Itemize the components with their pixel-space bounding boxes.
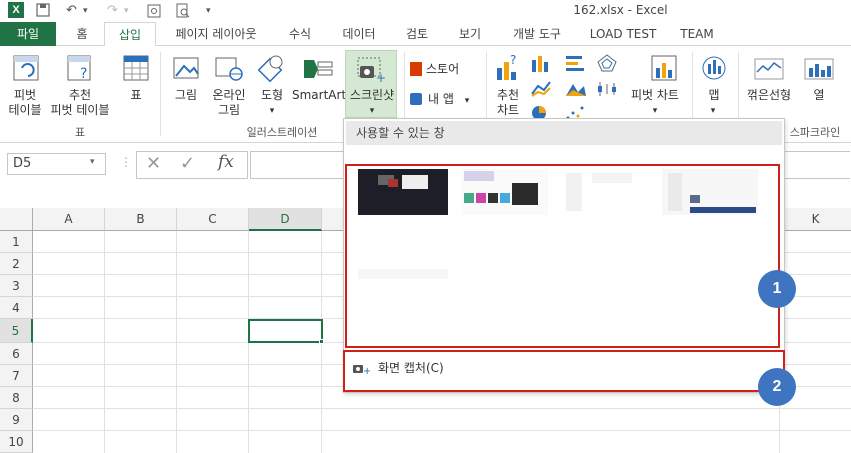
insert-function-icon[interactable]: fx [218, 152, 234, 172]
shapes-button[interactable]: 도형 [256, 88, 288, 103]
recommended-charts-icon: ? [494, 53, 522, 85]
active-cell-d5[interactable] [248, 319, 323, 343]
fill-handle[interactable] [319, 339, 324, 344]
select-all-corner[interactable] [0, 208, 33, 231]
line-chart-icon[interactable] [564, 54, 588, 75]
grid-line [176, 231, 177, 453]
row-header-9[interactable]: 9 [0, 409, 33, 431]
screenshot-icon: + [356, 56, 386, 87]
mountain-chart-icon[interactable] [564, 80, 588, 101]
my-apps-dropdown-icon[interactable]: ▾ [462, 94, 472, 109]
group-label-illustrations: 일러스트레이션 [246, 126, 318, 139]
sparkline-line-icon [754, 58, 784, 83]
tab-load-test[interactable]: LOAD TEST [584, 22, 662, 46]
recommended-pivot-button[interactable]: 추천 피벗 테이블 [48, 88, 112, 118]
column-header-c[interactable]: C [177, 208, 249, 231]
row-header-3[interactable]: 3 [0, 275, 33, 297]
screenshot-dropdown-icon[interactable]: ▾ [362, 104, 382, 119]
tab-file[interactable]: 파일 [0, 22, 56, 46]
grid-line [33, 430, 851, 431]
radar-chart-icon[interactable] [596, 54, 618, 75]
tab-home[interactable]: 홈 [66, 22, 98, 46]
column-chart-icon[interactable] [530, 54, 554, 75]
sparkline-column-button[interactable]: 열 [806, 88, 832, 103]
tab-insert[interactable]: 삽입 [104, 22, 156, 47]
table-button[interactable]: 표 [124, 88, 148, 103]
map-icon [700, 54, 728, 85]
picture-button[interactable]: 그림 [170, 88, 202, 103]
sparkline-column-icon [804, 58, 834, 83]
highlight-box-screen-clipping [343, 350, 785, 392]
row-header-10[interactable]: 10 [0, 431, 33, 453]
grid-line [104, 231, 105, 453]
area-chart-icon[interactable] [530, 80, 554, 101]
formula-bar-handle-icon[interactable]: ⋮ [120, 155, 132, 169]
tab-review[interactable]: 검토 [396, 22, 438, 46]
recommended-pivot-icon: ? [66, 54, 96, 85]
column-header-k[interactable]: K [780, 208, 851, 231]
annotation-badge-1: 1 [758, 270, 796, 308]
column-header-b[interactable]: B [105, 208, 177, 231]
shapes-dropdown-icon[interactable]: ▾ [262, 104, 282, 119]
screenshot-label: 스크린샷 [349, 88, 395, 102]
map-dropdown-icon[interactable]: ▾ [706, 104, 720, 119]
shapes-icon [256, 54, 284, 85]
column-header-a[interactable]: A [33, 208, 105, 231]
row-header-4[interactable]: 4 [0, 297, 33, 319]
group-separator [160, 52, 161, 136]
store-button[interactable]: 스토어 [426, 62, 470, 77]
ribbon-tabs: 파일 홈 삽입 페이지 레이아웃 수식 데이터 검토 보기 개발 도구 LOAD… [0, 22, 851, 47]
tab-data[interactable]: 데이터 [332, 22, 386, 46]
name-box-dropdown-icon[interactable]: ▾ [90, 157, 95, 167]
enter-icon[interactable]: ✓ [180, 153, 195, 174]
stock-chart-icon[interactable] [596, 80, 618, 101]
row-header-7[interactable]: 7 [0, 365, 33, 387]
row-header-5[interactable]: 5 [0, 319, 33, 343]
online-picture-icon [214, 54, 244, 85]
highlight-box-windows [345, 164, 780, 348]
pivot-table-icon [12, 54, 40, 85]
table-icon [122, 54, 150, 85]
group-label-sparklines: 스파크라인 [789, 126, 841, 139]
my-apps-icon [410, 93, 422, 105]
smartart-icon [302, 56, 334, 85]
svg-text:+: + [376, 71, 386, 84]
annotation-badge-2: 2 [758, 368, 796, 406]
row-header-1[interactable]: 1 [0, 231, 33, 253]
tab-team[interactable]: TEAM [672, 22, 722, 46]
tab-formulas[interactable]: 수식 [278, 22, 322, 46]
online-picture-button[interactable]: 온라인 그림 [206, 88, 252, 118]
row-header-2[interactable]: 2 [0, 253, 33, 275]
row-header-8[interactable]: 8 [0, 387, 33, 409]
svg-text:?: ? [80, 66, 87, 82]
available-windows-header: 사용할 수 있는 창 [346, 121, 782, 145]
cancel-icon[interactable]: ✕ [146, 153, 161, 174]
column-header-d[interactable]: D [249, 208, 322, 231]
title-bar: X ↶ ▾ ↷ ▾ ▾ 162.xlsx - Excel [0, 0, 851, 22]
svg-text:?: ? [510, 54, 516, 67]
window-title: 162.xlsx - Excel [573, 3, 668, 17]
pivot-chart-icon [650, 54, 678, 85]
picture-icon [172, 54, 200, 85]
tab-developer[interactable]: 개발 도구 [502, 22, 572, 46]
sparkline-line-button[interactable]: 꺾은선형 [742, 88, 796, 103]
pivot-chart-dropdown-icon[interactable]: ▾ [648, 104, 662, 119]
map-button[interactable]: 맵 [700, 88, 728, 103]
smartart-button[interactable]: SmartArt [292, 88, 346, 103]
row-header-6[interactable]: 6 [0, 343, 33, 365]
excel-window: X ↶ ▾ ↷ ▾ ▾ 162.xlsx - Excel 파일 홈 삽입 페이지… [0, 0, 851, 453]
group-label-tables: 표 [74, 126, 86, 139]
tab-view[interactable]: 보기 [448, 22, 492, 46]
recommended-charts-button[interactable]: 추천 차트 [488, 88, 528, 118]
tab-page-layout[interactable]: 페이지 레이아웃 [164, 22, 268, 46]
store-icon [410, 62, 422, 76]
pivot-table-button[interactable]: 피벗 테이블 [2, 88, 48, 118]
pivot-chart-button[interactable]: 피벗 차트 [624, 88, 686, 103]
grid-line [33, 408, 851, 409]
